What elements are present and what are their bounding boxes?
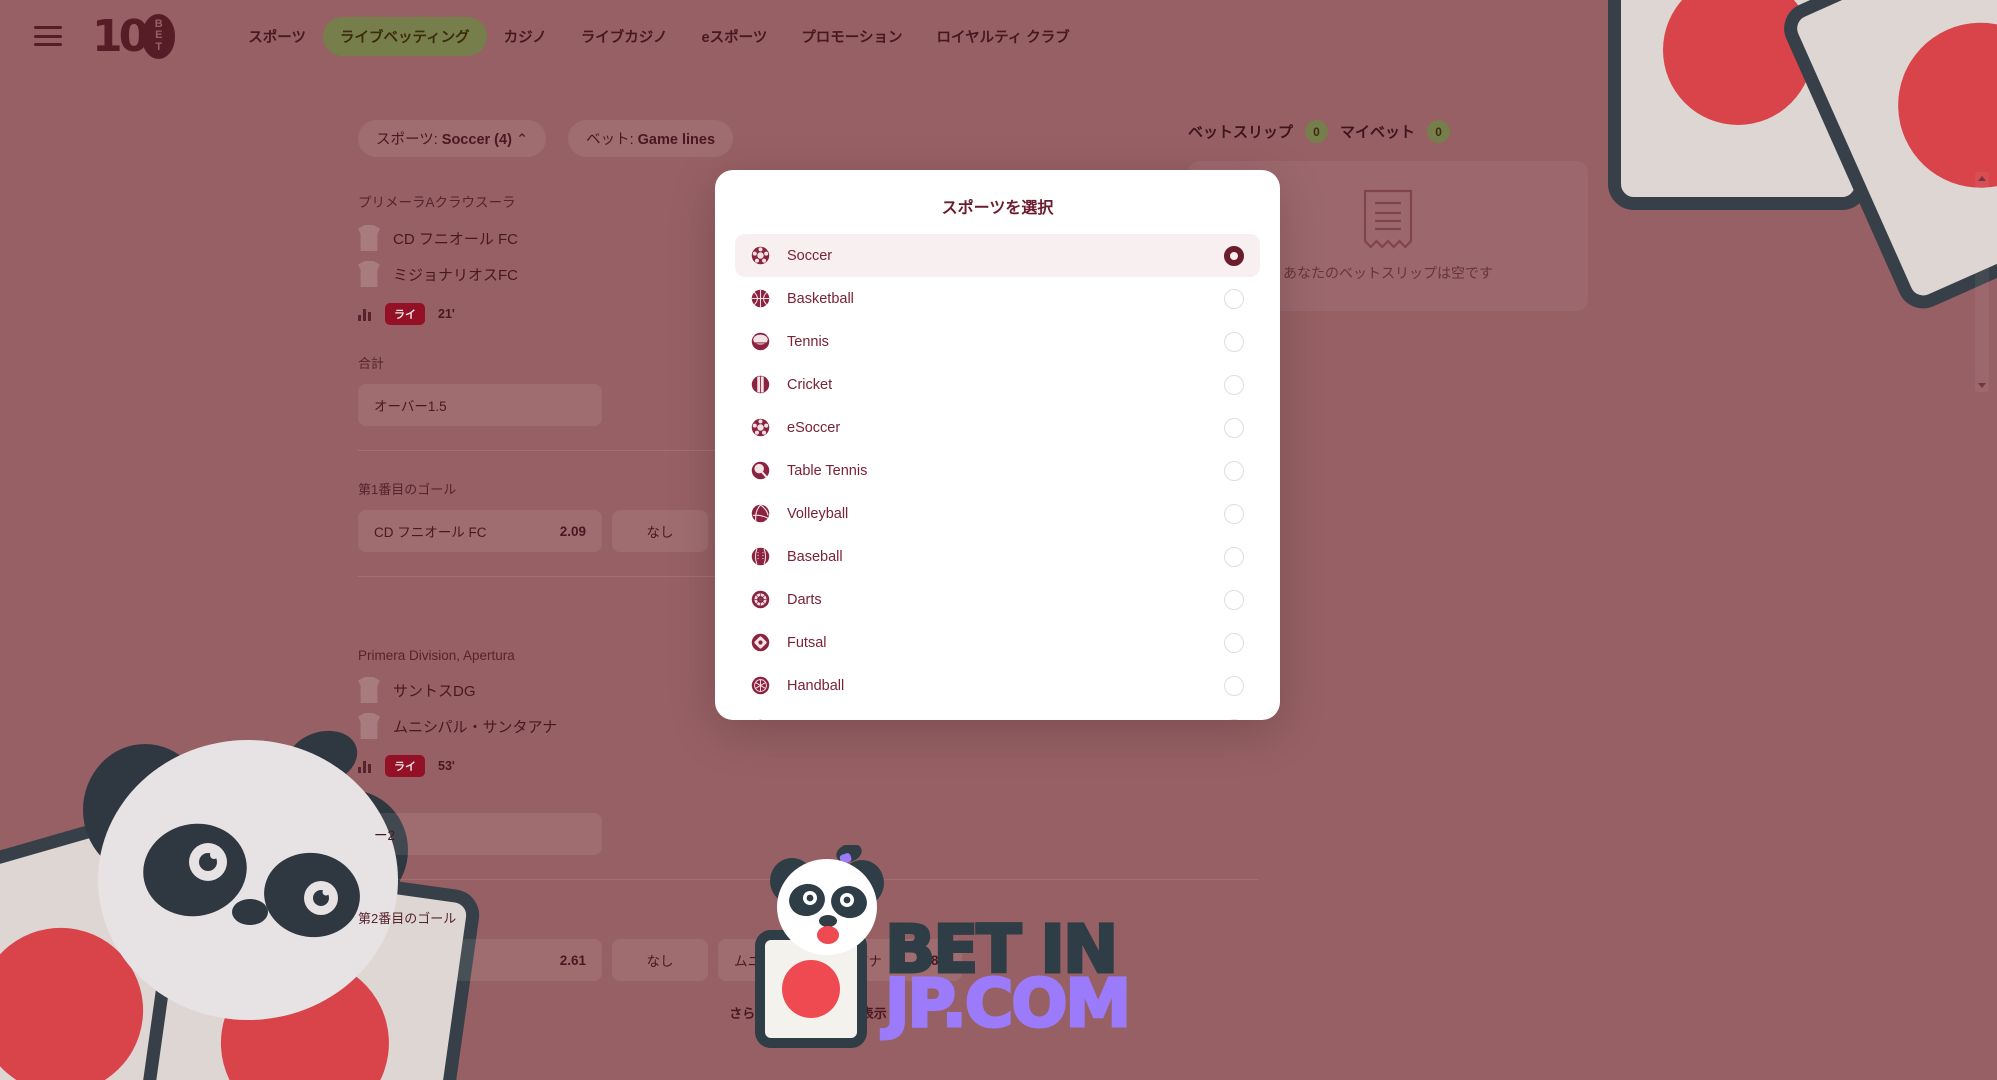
modal-title: スポーツを選択 — [941, 200, 1054, 217]
sport-option-label: Darts — [787, 591, 822, 608]
sport-option-soccer[interactable]: Soccer — [735, 234, 1260, 277]
sport-option-radio[interactable] — [1224, 331, 1244, 352]
sport-option-cricket[interactable]: Cricket — [735, 363, 1260, 406]
sport-option-table-tennis[interactable]: Table Tennis — [735, 449, 1260, 492]
watermark-text: BET IN JP.COM — [883, 915, 1132, 1043]
esoccer-ball-icon — [751, 418, 770, 437]
table-tennis-paddle-icon — [751, 461, 770, 480]
sport-option-radio[interactable] — [1224, 675, 1244, 696]
sport-option-radio[interactable] — [1224, 245, 1244, 266]
kabaddi-icon — [751, 719, 770, 720]
sport-option-radio[interactable] — [1224, 288, 1244, 309]
sport-option-esoccer[interactable]: eSoccer — [735, 406, 1260, 449]
basketball-icon — [751, 289, 770, 308]
sport-option-label: Basketball — [787, 290, 854, 307]
cricket-ball-icon — [751, 375, 770, 394]
handball-icon — [751, 676, 770, 695]
watermark-line-2: JP.COM — [883, 965, 1132, 1043]
futsal-ball-icon — [751, 633, 770, 652]
sport-option-label: Table Tennis — [787, 462, 868, 479]
sport-option-futsal[interactable]: Futsal — [735, 621, 1260, 664]
sport-option-label: Futsal — [787, 634, 827, 651]
sport-option-radio[interactable] — [1224, 589, 1244, 610]
sport-option-radio[interactable] — [1224, 460, 1244, 481]
sport-option-tennis[interactable]: Tennis — [735, 320, 1260, 363]
sport-option-radio[interactable] — [1224, 503, 1244, 524]
soccer-ball-icon — [751, 246, 770, 265]
panda-mascot-icon — [770, 845, 884, 955]
sport-option-label: eSoccer — [787, 419, 841, 436]
sport-option-label: Cricket — [787, 376, 833, 393]
sport-option-radio[interactable] — [1224, 417, 1244, 438]
sport-option-label: Soccer — [787, 247, 833, 264]
sport-option-label: Baseball — [787, 548, 843, 565]
baseball-icon — [751, 547, 770, 566]
sport-option-label: Tennis — [787, 333, 829, 350]
sport-option-radio[interactable] — [1224, 632, 1244, 653]
sport-options-list: Soccer Basketball Tennis Cricket eSoccer Tabl… — [715, 234, 1280, 720]
dartboard-icon — [751, 590, 770, 609]
volleyball-icon — [751, 504, 770, 523]
sport-option-label: Volleyball — [787, 505, 849, 522]
tennis-ball-icon — [751, 332, 770, 351]
sport-option-radio[interactable] — [1224, 546, 1244, 567]
sport-option-label: Handball — [787, 677, 845, 694]
sport-option-radio[interactable] — [1224, 374, 1244, 395]
select-sport-modal: スポーツを選択 Soccer Basketball Tennis Cricket eSo… — [715, 170, 1280, 720]
sport-option-radio[interactable] — [1224, 718, 1244, 720]
sport-option-handball[interactable]: Handball — [735, 664, 1260, 707]
sport-option-darts[interactable]: Darts — [735, 578, 1260, 621]
sport-option-basketball[interactable]: Basketball — [735, 277, 1260, 320]
sport-option-volleyball[interactable]: Volleyball — [735, 492, 1260, 535]
sport-option-kabaddi[interactable]: Kabaddi — [735, 707, 1260, 720]
sport-option-baseball[interactable]: Baseball — [735, 535, 1260, 578]
